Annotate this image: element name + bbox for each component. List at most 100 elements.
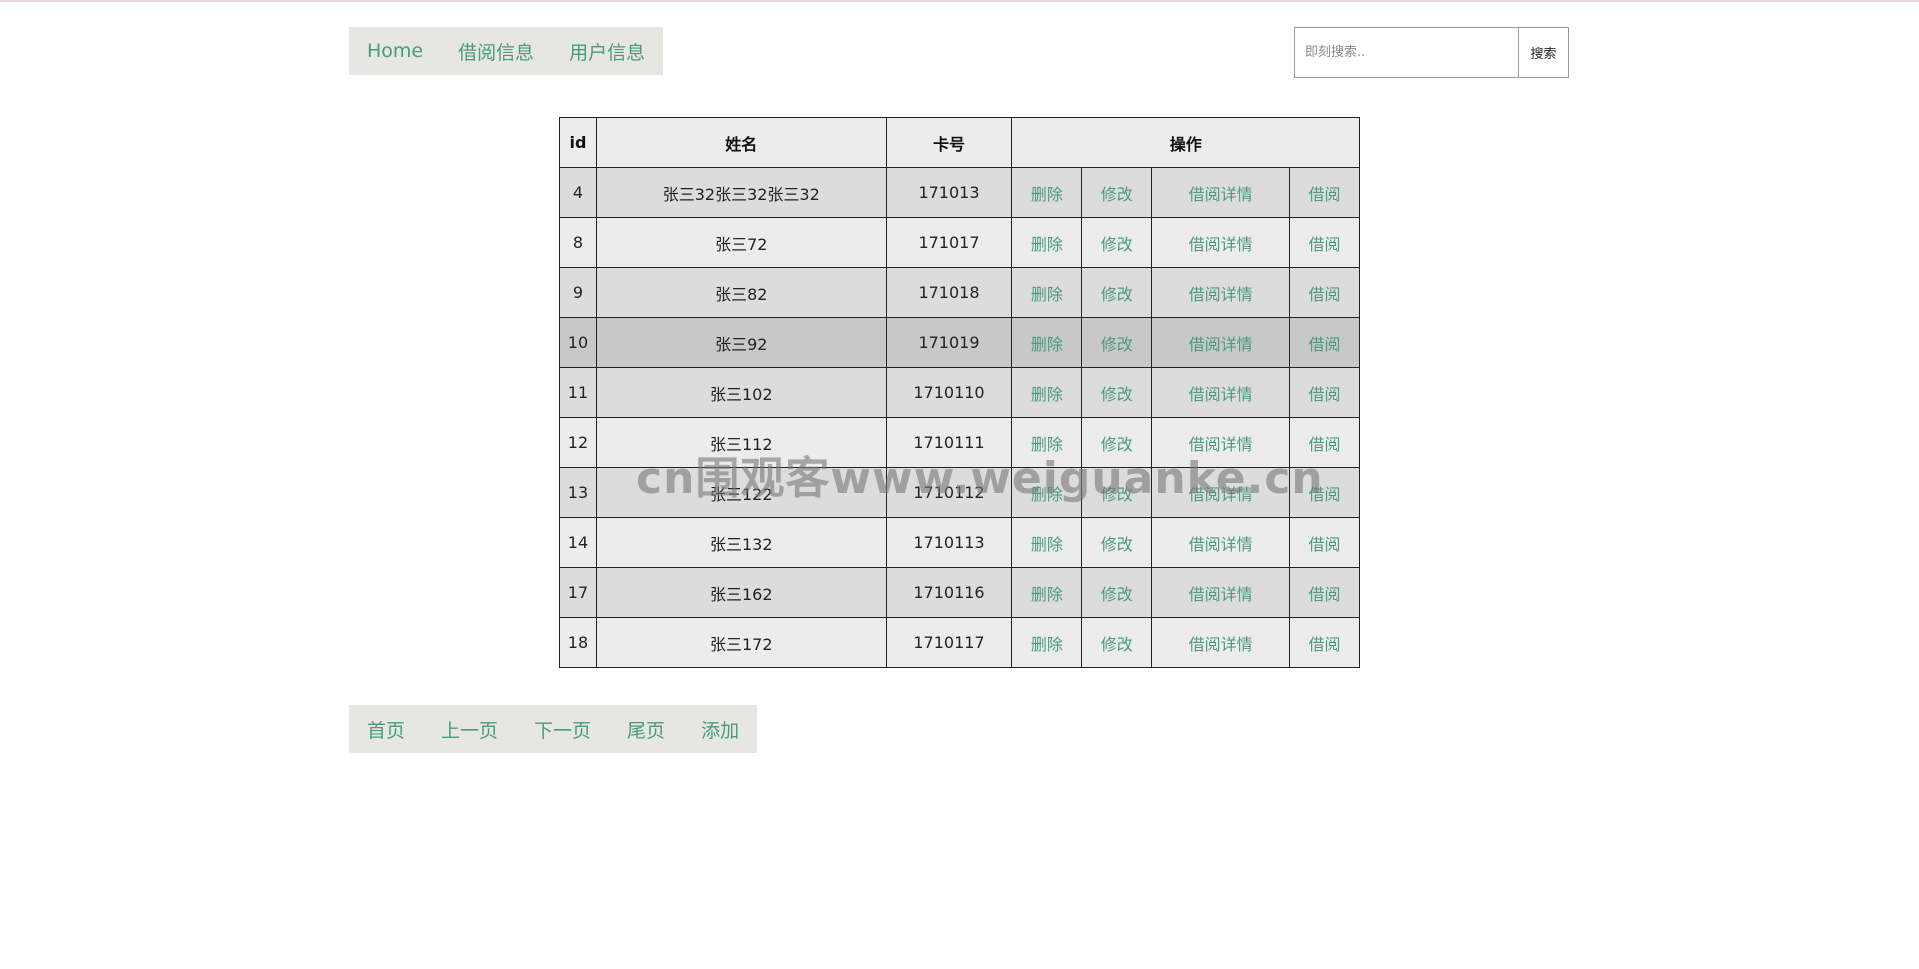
edit-link[interactable]: 修改 [1101, 235, 1133, 254]
delete-link[interactable]: 删除 [1031, 335, 1063, 354]
borrow-details-link[interactable]: 借阅详情 [1189, 385, 1253, 404]
edit-link[interactable]: 修改 [1101, 435, 1133, 454]
table-row: 9 张三82 171018 删除 修改 借阅详情 借阅 [559, 267, 1360, 318]
cell-id: 11 [559, 367, 597, 418]
delete-link[interactable]: 删除 [1031, 385, 1063, 404]
top-nav: Home 借阅信息 用户信息 [349, 27, 664, 75]
cell-card: 1710110 [885, 367, 1013, 418]
table-row: 12 张三112 1710111 删除 修改 借阅详情 借阅 [559, 417, 1360, 468]
cell-card: 1710117 [885, 617, 1013, 668]
cell-id: 18 [559, 617, 597, 668]
cell-name: 张三112 [595, 417, 887, 468]
borrow-link[interactable]: 借阅 [1309, 585, 1341, 604]
first-page-link[interactable]: 首页 [357, 716, 415, 743]
cell-card: 1710112 [885, 467, 1013, 518]
borrow-details-link[interactable]: 借阅详情 [1189, 185, 1253, 204]
user-table: id 姓名 卡号 操作 4 张三32张三32张三32 171013 删除 修改 … [559, 117, 1360, 668]
cell-name: 张三132 [595, 517, 887, 568]
nav-borrow-info[interactable]: 借阅信息 [448, 38, 544, 65]
cell-id: 13 [559, 467, 597, 518]
cell-name: 张三172 [595, 617, 887, 668]
delete-link[interactable]: 删除 [1031, 585, 1063, 604]
cell-card: 171013 [885, 167, 1013, 218]
borrow-details-link[interactable]: 借阅详情 [1189, 435, 1253, 454]
cell-card: 1710111 [885, 417, 1013, 468]
cell-card: 1710113 [885, 517, 1013, 568]
edit-link[interactable]: 修改 [1101, 635, 1133, 654]
edit-link[interactable]: 修改 [1101, 535, 1133, 554]
cell-id: 17 [559, 567, 597, 618]
delete-link[interactable]: 删除 [1031, 535, 1063, 554]
edit-link[interactable]: 修改 [1101, 585, 1133, 604]
delete-link[interactable]: 删除 [1031, 485, 1063, 504]
edit-link[interactable]: 修改 [1101, 185, 1133, 204]
borrow-link[interactable]: 借阅 [1309, 285, 1341, 304]
search-input[interactable] [1295, 28, 1518, 77]
delete-link[interactable]: 删除 [1031, 285, 1063, 304]
prev-page-link[interactable]: 上一页 [431, 716, 508, 743]
table-row: 13 张三122 1710112 删除 修改 借阅详情 借阅 [559, 467, 1360, 518]
cell-name: 张三32张三32张三32 [595, 167, 887, 218]
cell-id: 14 [559, 517, 597, 568]
borrow-details-link[interactable]: 借阅详情 [1189, 485, 1253, 504]
cell-name: 张三162 [595, 567, 887, 618]
table-row: 14 张三132 1710113 删除 修改 借阅详情 借阅 [559, 517, 1360, 568]
borrow-link[interactable]: 借阅 [1309, 185, 1341, 204]
borrow-link[interactable]: 借阅 [1309, 335, 1341, 354]
cell-id: 4 [559, 167, 597, 218]
table-row: 17 张三162 1710116 删除 修改 借阅详情 借阅 [559, 567, 1360, 618]
pagination: 首页 上一页 下一页 尾页 添加 [349, 705, 758, 753]
table-row: 11 张三102 1710110 删除 修改 借阅详情 借阅 [559, 367, 1360, 418]
borrow-link[interactable]: 借阅 [1309, 535, 1341, 554]
table-row: 10 张三92 171019 删除 修改 借阅详情 借阅 [559, 317, 1360, 368]
delete-link[interactable]: 删除 [1031, 435, 1063, 454]
table-row: 8 张三72 171017 删除 修改 借阅详情 借阅 [559, 217, 1360, 268]
cell-name: 张三92 [595, 317, 887, 368]
add-link[interactable]: 添加 [691, 716, 749, 743]
borrow-link[interactable]: 借阅 [1309, 235, 1341, 254]
edit-link[interactable]: 修改 [1101, 335, 1133, 354]
borrow-details-link[interactable]: 借阅详情 [1189, 535, 1253, 554]
col-header-name: 姓名 [595, 117, 887, 168]
cell-card: 171019 [885, 317, 1013, 368]
col-header-card: 卡号 [885, 117, 1013, 168]
delete-link[interactable]: 删除 [1031, 235, 1063, 254]
table-row: 18 张三172 1710117 删除 修改 借阅详情 借阅 [559, 617, 1360, 668]
borrow-details-link[interactable]: 借阅详情 [1189, 585, 1253, 604]
last-page-link[interactable]: 尾页 [617, 716, 675, 743]
search-button[interactable]: 搜索 [1518, 28, 1568, 77]
borrow-link[interactable]: 借阅 [1309, 485, 1341, 504]
edit-link[interactable]: 修改 [1101, 485, 1133, 504]
borrow-link[interactable]: 借阅 [1309, 385, 1341, 404]
nav-user-info[interactable]: 用户信息 [559, 38, 655, 65]
edit-link[interactable]: 修改 [1101, 285, 1133, 304]
col-header-id: id [559, 117, 597, 168]
borrow-details-link[interactable]: 借阅详情 [1189, 285, 1253, 304]
cell-name: 张三102 [595, 367, 887, 418]
top-border [0, 0, 1919, 2]
nav-home[interactable]: Home [357, 40, 433, 62]
delete-link[interactable]: 删除 [1031, 185, 1063, 204]
cell-card: 171017 [885, 217, 1013, 268]
borrow-details-link[interactable]: 借阅详情 [1189, 335, 1253, 354]
cell-id: 10 [559, 317, 597, 368]
cell-id: 12 [559, 417, 597, 468]
cell-id: 9 [559, 267, 597, 318]
cell-card: 171018 [885, 267, 1013, 318]
cell-name: 张三72 [595, 217, 887, 268]
search-box: 搜索 [1294, 27, 1569, 78]
borrow-details-link[interactable]: 借阅详情 [1189, 635, 1253, 654]
borrow-link[interactable]: 借阅 [1309, 435, 1341, 454]
cell-name: 张三122 [595, 467, 887, 518]
edit-link[interactable]: 修改 [1101, 385, 1133, 404]
cell-name: 张三82 [595, 267, 887, 318]
cell-id: 8 [559, 217, 597, 268]
cell-card: 1710116 [885, 567, 1013, 618]
col-header-actions: 操作 [1011, 117, 1360, 168]
borrow-details-link[interactable]: 借阅详情 [1189, 235, 1253, 254]
delete-link[interactable]: 删除 [1031, 635, 1063, 654]
table-row: 4 张三32张三32张三32 171013 删除 修改 借阅详情 借阅 [559, 167, 1360, 218]
table-header-row: id 姓名 卡号 操作 [559, 117, 1360, 168]
borrow-link[interactable]: 借阅 [1309, 635, 1341, 654]
next-page-link[interactable]: 下一页 [524, 716, 601, 743]
